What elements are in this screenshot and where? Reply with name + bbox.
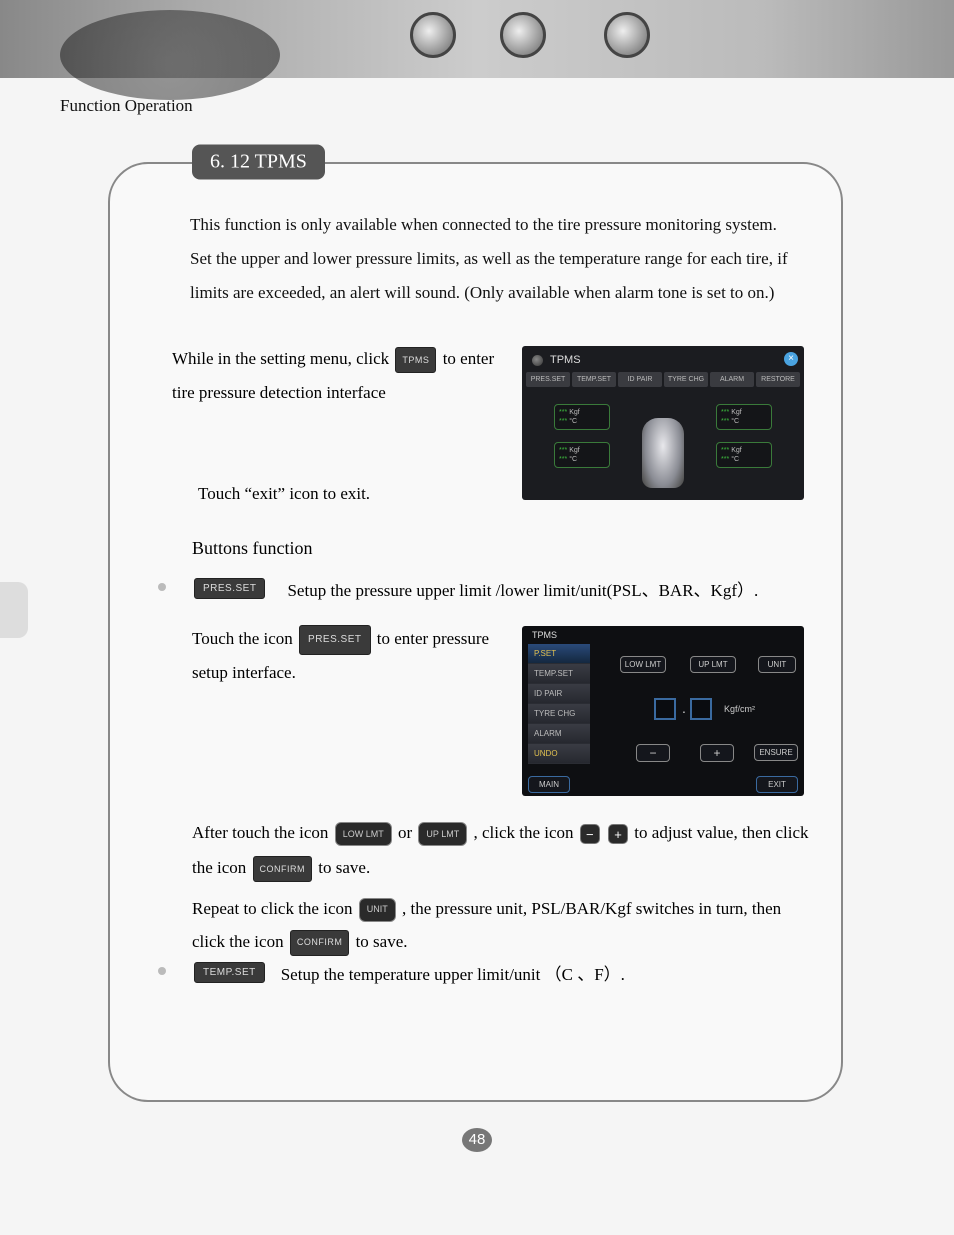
confirm-button-icon[interactable]: CONFIRM (253, 856, 313, 882)
unit-switch-text: Repeat to click the icon UNIT , the pres… (192, 892, 812, 958)
dash-knob (410, 12, 456, 58)
screenshot-tabs: PRES.SET TEMP.SET ID PAIR TYRE CHG ALARM… (522, 372, 804, 387)
menu-undo[interactable]: UNDO (528, 744, 590, 764)
menu-alarm[interactable]: ALARM (528, 724, 590, 744)
header-banner (0, 0, 954, 78)
menu-tempset[interactable]: TEMP.SET (528, 664, 590, 684)
menu-tyrechg[interactable]: TYRE CHG (528, 704, 590, 724)
tab-tempset[interactable]: TEMP.SET (572, 372, 616, 387)
intro-text: This function is only available when con… (190, 208, 800, 310)
lowlmt-button[interactable]: LOW LMT (620, 656, 666, 673)
tire-front-left: ***Kgf ***°C (554, 404, 610, 430)
car-icon (642, 418, 684, 488)
tempset-description: Setup the temperature upper limit/unit （… (281, 960, 625, 985)
minus-button-icon[interactable]: − (580, 824, 600, 844)
ensure-button[interactable]: ENSURE (754, 744, 798, 761)
screenshot-title: TPMS (522, 626, 804, 643)
tab-tyrechg[interactable]: TYRE CHG (664, 372, 708, 387)
menu-idpair[interactable]: ID PAIR (528, 684, 590, 704)
uplmt-button-icon[interactable]: UP LMT (418, 822, 467, 846)
tire-rear-left: ***Kgf ***°C (554, 442, 610, 468)
dash-knob (604, 12, 650, 58)
page-header: Function Operation (60, 96, 954, 116)
minus-button[interactable]: − (636, 744, 670, 762)
text: , click the icon (473, 823, 577, 842)
unit-button-icon[interactable]: UNIT (359, 898, 396, 922)
bullet-icon (158, 583, 166, 591)
tpms-overview-screenshot: TPMS × PRES.SET TEMP.SET ID PAIR TYRE CH… (522, 346, 804, 500)
value-box-1[interactable] (654, 698, 676, 720)
pressure-setup-screenshot: TPMS P.SET TEMP.SET ID PAIR TYRE CHG ALA… (522, 626, 804, 796)
screenshot-title: TPMS (522, 346, 804, 372)
presset-description: Setup the pressure upper limit /lower li… (287, 576, 758, 601)
tab-idpair[interactable]: ID PAIR (618, 372, 662, 387)
tab-presset[interactable]: PRES.SET (526, 372, 570, 387)
text: While in the setting menu, click (172, 349, 393, 368)
tab-restore[interactable]: RESTORE (756, 372, 800, 387)
text: Repeat to click the icon (192, 899, 357, 918)
menu-pset[interactable]: P.SET (528, 644, 590, 664)
buttons-function-heading: Buttons function (192, 538, 313, 559)
page-side-tab (0, 582, 28, 638)
exit-button[interactable]: EXIT (756, 776, 798, 793)
tab-alarm[interactable]: ALARM (710, 372, 754, 387)
tire-rear-right: ***Kgf ***°C (716, 442, 772, 468)
enter-interface-text: While in the setting menu, click TPMS to… (172, 342, 502, 410)
adjust-value-text: After touch the icon LOW LMT or UP LMT ,… (192, 816, 822, 886)
bullet-icon (158, 967, 166, 975)
tire-front-right: ***Kgf ***°C (716, 404, 772, 430)
plus-button-icon[interactable]: + (608, 824, 628, 844)
page-number: 48 (462, 1128, 492, 1152)
plus-button[interactable]: + (700, 744, 734, 762)
screenshot-side-menu: P.SET TEMP.SET ID PAIR TYRE CHG ALARM UN… (528, 644, 590, 764)
presset-button-icon[interactable]: PRES.SET (194, 578, 265, 599)
exit-text: Touch “exit” icon to exit. (198, 484, 528, 504)
tempset-button-icon[interactable]: TEMP.SET (194, 962, 265, 983)
text: to save. (318, 858, 370, 877)
content-frame: 6. 12 TPMS This function is only availab… (108, 162, 843, 1102)
unit-button[interactable]: UNIT (758, 656, 796, 673)
text: or (398, 823, 416, 842)
value-box-2[interactable] (690, 698, 712, 720)
confirm-button-icon[interactable]: CONFIRM (290, 930, 350, 956)
presset-button-icon[interactable]: PRES.SET (299, 625, 370, 655)
presset-enter-text: Touch the icon PRES.SET to enter pressur… (192, 622, 522, 690)
dash-knob (500, 12, 546, 58)
presset-row: PRES.SET Setup the pressure upper limit … (192, 576, 758, 601)
text: Touch the icon (192, 629, 297, 648)
text: After touch the icon (192, 823, 333, 842)
unit-label: Kgf/cm² (724, 704, 755, 714)
tpms-button-icon[interactable]: TPMS (395, 347, 436, 373)
tempset-row: TEMP.SET Setup the temperature upper lim… (192, 960, 625, 985)
close-icon[interactable]: × (784, 352, 798, 366)
lowlmt-button-icon[interactable]: LOW LMT (335, 822, 392, 846)
text: to save. (356, 932, 408, 951)
uplmt-button[interactable]: UP LMT (690, 656, 736, 673)
decimal-dot: . (682, 700, 686, 716)
section-title-badge: 6. 12 TPMS (192, 145, 325, 180)
main-button[interactable]: MAIN (528, 776, 570, 793)
